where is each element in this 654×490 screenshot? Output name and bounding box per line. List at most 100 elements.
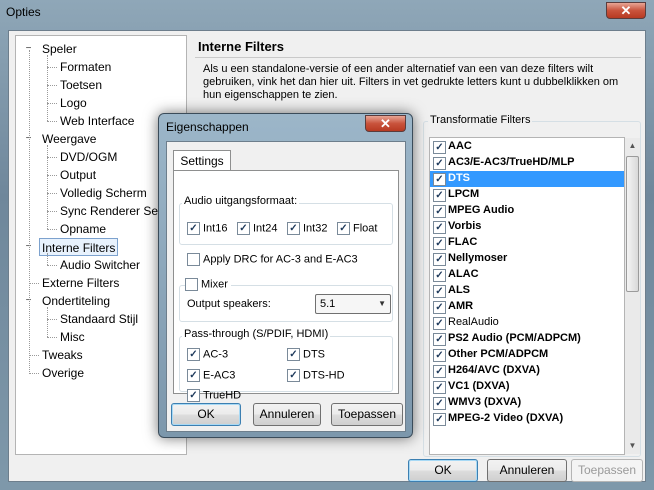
passthrough-option[interactable]: ✓ E-AC3 <box>187 369 235 382</box>
tree-item[interactable]: Interne Filters <box>39 238 119 256</box>
filter-row[interactable]: ✓ AMR <box>430 299 624 315</box>
filter-checkbox[interactable]: ✓ <box>433 141 446 154</box>
passthrough-option[interactable]: ✓ DTS-HD <box>287 369 345 382</box>
filter-row[interactable]: ✓ ALAC <box>430 267 624 283</box>
filter-row[interactable]: ✓ DTS <box>430 171 624 187</box>
filter-row[interactable]: ✓ ALS <box>430 283 624 299</box>
ok-button[interactable]: OK <box>408 459 478 482</box>
dialog-close-button[interactable]: ✕ <box>365 115 406 132</box>
tree-item[interactable]: Toetsen <box>60 76 102 94</box>
passthrough-option[interactable]: ✓ AC-3 <box>187 348 228 361</box>
filter-checkbox[interactable]: ✓ <box>433 365 446 378</box>
filter-row[interactable]: ✓ RealAudio <box>430 315 624 331</box>
apply-button[interactable]: Toepassen <box>571 459 643 482</box>
filter-checkbox[interactable]: ✓ <box>433 269 446 282</box>
filter-checkbox[interactable]: ✓ <box>433 221 446 234</box>
filter-checkbox[interactable]: ✓ <box>433 173 446 186</box>
filter-checkbox[interactable]: ✓ <box>433 317 446 330</box>
cancel-button[interactable]: Annuleren <box>487 459 567 482</box>
filter-row[interactable]: ✓ WMV3 (DXVA) <box>430 395 624 411</box>
drc-option[interactable]: Apply DRC for AC-3 and E-AC3 <box>187 253 358 266</box>
format-checkbox[interactable]: ✓ <box>187 222 200 235</box>
passthrough-option[interactable]: ✓ TrueHD <box>187 389 241 402</box>
passthrough-checkbox[interactable]: ✓ <box>187 369 200 382</box>
filter-row[interactable]: ✓ AC3/E-AC3/TrueHD/MLP <box>430 155 624 171</box>
filter-checkbox[interactable]: ✓ <box>433 189 446 202</box>
mixer-checkbox[interactable] <box>185 278 198 291</box>
filter-checkbox[interactable]: ✓ <box>433 381 446 394</box>
tab-settings[interactable]: Settings <box>173 150 231 171</box>
format-option[interactable]: ✓ Int16 <box>187 222 227 235</box>
tree-item[interactable]: Ondertiteling <box>42 292 110 310</box>
filter-label: AAC <box>448 140 472 152</box>
filter-row[interactable]: ✓ H264/AVC (DXVA) <box>430 363 624 379</box>
filter-checkbox[interactable]: ✓ <box>433 253 446 266</box>
window-title: Opties <box>6 5 41 19</box>
tree-item[interactable]: Standaard Stijl <box>60 310 138 328</box>
mixer-option[interactable]: Mixer <box>185 278 231 291</box>
format-checkbox[interactable]: ✓ <box>337 222 350 235</box>
tree-connector <box>47 319 57 320</box>
window-close-button[interactable]: ✕ <box>606 2 646 19</box>
filter-list-scrollbar[interactable]: ▲ ▼ <box>625 138 640 454</box>
filter-row[interactable]: ✓ FLAC <box>430 235 624 251</box>
filter-row[interactable]: ✓ PS2 Audio (PCM/ADPCM) <box>430 331 624 347</box>
filter-checkbox[interactable]: ✓ <box>433 413 446 426</box>
tree-item[interactable]: Misc <box>60 328 85 346</box>
passthrough-checkbox[interactable]: ✓ <box>187 348 200 361</box>
tree-item[interactable]: Sync Renderer Setti <box>60 202 167 220</box>
title-bar[interactable]: Opties ✕ <box>0 0 654 26</box>
passthrough-option[interactable]: ✓ DTS <box>287 348 325 361</box>
passthrough-checkbox[interactable]: ✓ <box>287 348 300 361</box>
output-speakers-select[interactable]: 5.1 ▼ <box>315 294 391 314</box>
filter-checkbox[interactable]: ✓ <box>433 237 446 250</box>
tree-item[interactable]: Weergave <box>42 130 96 148</box>
filter-checkbox[interactable]: ✓ <box>433 157 446 170</box>
dialog-cancel-button[interactable]: Annuleren <box>253 403 321 426</box>
scroll-down-icon[interactable]: ▼ <box>627 440 638 452</box>
drc-checkbox[interactable] <box>187 253 200 266</box>
filter-checkbox[interactable]: ✓ <box>433 205 446 218</box>
tree-item[interactable]: Volledig Scherm <box>60 184 147 202</box>
filter-checkbox[interactable]: ✓ <box>433 301 446 314</box>
format-label: Float <box>353 222 378 235</box>
format-checkbox[interactable]: ✓ <box>287 222 300 235</box>
passthrough-checkbox[interactable]: ✓ <box>287 369 300 382</box>
format-option[interactable]: ✓ Int24 <box>237 222 277 235</box>
filter-label: MPEG-2 Video (DXVA) <box>448 412 564 424</box>
tree-item[interactable]: Opname <box>60 220 106 238</box>
tree-item[interactable]: Tweaks <box>42 346 83 364</box>
dialog-apply-button[interactable]: Toepassen <box>331 403 403 426</box>
dialog-client: Settings Audio uitgangsformaat: ✓ Int16 ✓ I… <box>166 141 406 432</box>
tree-item[interactable]: Externe Filters <box>42 274 119 292</box>
filter-row[interactable]: ✓ MPEG-2 Video (DXVA) <box>430 411 624 427</box>
format-option[interactable]: ✓ Float <box>337 222 377 235</box>
filter-checkbox[interactable]: ✓ <box>433 397 446 410</box>
dialog-ok-button[interactable]: OK <box>171 403 241 426</box>
tree-item[interactable]: DVD/OGM <box>60 148 117 166</box>
filter-checkbox[interactable]: ✓ <box>433 333 446 346</box>
scroll-thumb[interactable] <box>626 156 639 292</box>
filter-row[interactable]: ✓ MPEG Audio <box>430 203 624 219</box>
tree-item[interactable]: Formaten <box>60 58 111 76</box>
tree-item[interactable]: Web Interface <box>60 112 134 130</box>
passthrough-checkbox[interactable]: ✓ <box>187 389 200 402</box>
tree-item[interactable]: Output <box>60 166 96 184</box>
tree-item[interactable]: Logo <box>60 94 87 112</box>
filter-row[interactable]: ✓ Other PCM/ADPCM <box>430 347 624 363</box>
tree-item[interactable]: Overige <box>42 364 84 382</box>
filter-row[interactable]: ✓ VC1 (DXVA) <box>430 379 624 395</box>
filter-checkbox[interactable]: ✓ <box>433 285 446 298</box>
audio-format-label: Audio uitgangsformaat: <box>182 195 300 207</box>
filter-row[interactable]: ✓ Nellymoser <box>430 251 624 267</box>
filter-row[interactable]: ✓ AAC <box>430 139 624 155</box>
tree-item[interactable]: Audio Switcher <box>60 256 140 274</box>
tree-connector <box>47 145 48 229</box>
format-option[interactable]: ✓ Int32 <box>287 222 327 235</box>
scroll-up-icon[interactable]: ▲ <box>627 140 638 152</box>
transform-filter-list[interactable]: ✓ AAC ✓ AC3/E-AC3/TrueHD/MLP ✓ DTS ✓ LPCM ✓ MPEG … <box>429 137 625 455</box>
filter-row[interactable]: ✓ LPCM <box>430 187 624 203</box>
format-checkbox[interactable]: ✓ <box>237 222 250 235</box>
filter-row[interactable]: ✓ Vorbis <box>430 219 624 235</box>
filter-checkbox[interactable]: ✓ <box>433 349 446 362</box>
